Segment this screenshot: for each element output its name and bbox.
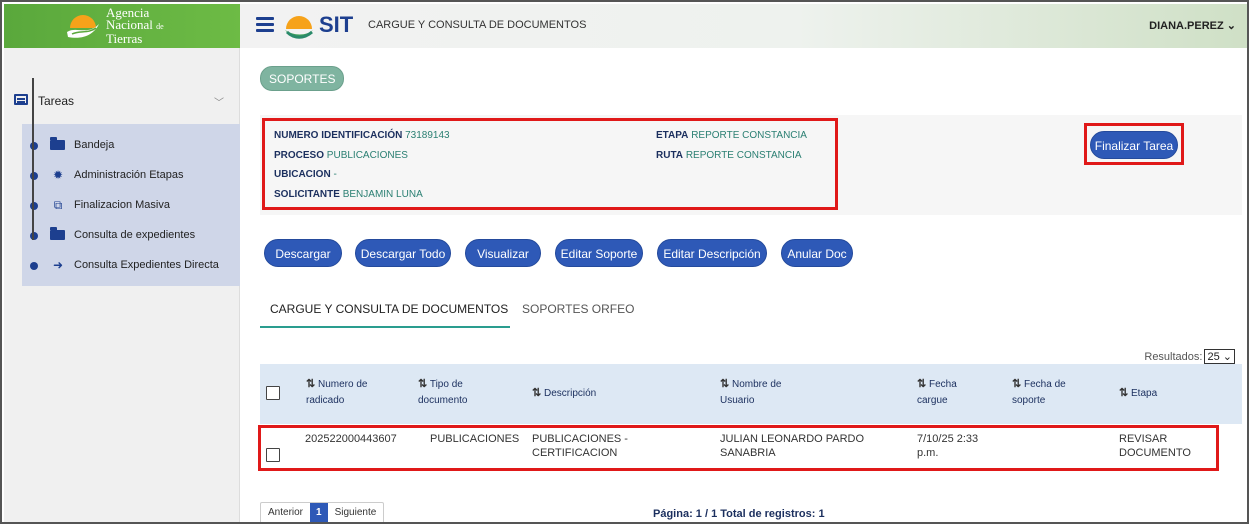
editar-descripcion-button[interactable]: Editar Descripción (657, 239, 767, 267)
soportes-tab[interactable]: SOPORTES (260, 66, 345, 91)
anular-doc-button[interactable]: Anular Doc (781, 239, 853, 267)
column-header-fecha-soporte[interactable]: ⇅ Fecha de soporte (1012, 376, 1066, 409)
list-icon (14, 94, 28, 105)
select-all-checkbox[interactable] (266, 386, 280, 400)
sort-icon: ⇅ (720, 378, 730, 390)
visualizar-button[interactable]: Visualizar (465, 239, 541, 267)
finalizar-tarea-button[interactable]: Finalizar Tarea (1090, 131, 1178, 159)
sidebar-section-tareas[interactable]: Tareas ﹀ (14, 93, 224, 109)
agency-logo[interactable]: Agencia Nacional de Tierras (4, 4, 240, 48)
chevron-down-icon: ﹀ (214, 98, 224, 109)
tab-soportes-orfeo[interactable]: SOPORTES ORFEO (522, 302, 634, 316)
sort-icon: ⇅ (1119, 387, 1129, 399)
sort-icon: ⇅ (306, 378, 316, 390)
pagination: Anterior 1 Siguiente (260, 502, 385, 522)
page-title: CARGUE Y CONSULTA DE DOCUMENTOS (368, 19, 587, 31)
sidebar-item-consulta-expedientes-directa[interactable]: ➜ Consulta Expedientes Directa (22, 256, 240, 276)
row-checkbox[interactable] (266, 448, 280, 462)
tree-node-icon (30, 262, 38, 270)
ruta: RUTA REPORTE CONSTANCIA (656, 150, 802, 161)
sidebar: Tareas ﹀ Bandeja ✹ Administración Etapas… (4, 48, 240, 522)
editar-soporte-button[interactable]: Editar Soporte (555, 239, 643, 267)
arrow-right-icon: ➜ (52, 258, 64, 272)
ubicacion: UBICACION - (274, 169, 337, 180)
page-summary: Página: 1 / 1 Total de registros: 1 (653, 508, 825, 520)
etapa: ETAPA REPORTE CONSTANCIA (656, 130, 807, 141)
user-menu[interactable]: DIANA.PEREZ ⌄ (1149, 19, 1236, 32)
column-header-descripcion[interactable]: ⇅ Descripción (532, 385, 596, 402)
pager-page-current[interactable]: 1 (310, 503, 328, 522)
results-per-page-select[interactable]: 25 ⌄ (1204, 349, 1235, 364)
chevron-down-icon: ⌄ (1226, 20, 1236, 32)
agency-logo-text: Agencia Nacional de Tierras (106, 5, 164, 46)
sort-icon: ⇅ (917, 378, 927, 390)
results-per-page: Resultados: 25 ⌄ (1144, 349, 1235, 364)
folder-open-icon (50, 137, 66, 152)
sort-icon: ⇅ (1012, 378, 1022, 390)
copy-icon: ⧉ (53, 198, 63, 212)
cell-descripcion: PUBLICACIONES - CERTIFICACION (532, 433, 628, 459)
sit-logo-text: SIT (319, 12, 354, 37)
tree-line (32, 78, 34, 240)
numero-identificacion: NUMERO IDENTIFICACIÓN 73189143 (274, 130, 450, 141)
column-header-tipo[interactable]: ⇅ Tipo de documento (418, 376, 467, 409)
pager-prev[interactable]: Anterior (261, 503, 310, 522)
pager-next[interactable]: Siguiente (328, 503, 384, 522)
tab-cargue-consulta[interactable]: CARGUE Y CONSULTA DE DOCUMENTOS (270, 302, 508, 316)
sort-icon: ⇅ (532, 387, 542, 399)
cell-etapa: REVISAR DOCUMENTO (1119, 433, 1191, 459)
sort-icon: ⇅ (418, 378, 428, 390)
descargar-button[interactable]: Descargar (264, 239, 342, 267)
sidebar-item-administracion-etapas[interactable]: ✹ Administración Etapas (22, 166, 240, 186)
top-header: SIT CARGUE Y CONSULTA DE DOCUMENTOS DIAN… (240, 4, 1247, 48)
column-header-fecha-cargue[interactable]: ⇅ Fecha cargue (917, 376, 957, 409)
column-header-etapa[interactable]: ⇅ Etapa (1119, 385, 1157, 402)
proceso: PROCESO PUBLICACIONES (274, 150, 408, 161)
sit-logo-icon (285, 16, 313, 39)
cell-radicado: 202522000443607 (305, 433, 397, 445)
cell-usuario: JULIAN LEONARDO PARDO SANABRIA (720, 433, 865, 459)
cell-fecha-cargue: 7/10/25 2:33 p.m. (917, 433, 979, 459)
active-tab-indicator (260, 326, 510, 328)
sidebar-item-consulta-expedientes[interactable]: Consulta de expedientes (22, 226, 240, 246)
gear-icon: ✹ (52, 168, 64, 182)
column-header-usuario[interactable]: ⇅ Nombre de Usuario (720, 376, 781, 409)
chevron-down-icon: ⌄ (1222, 351, 1232, 363)
column-header-radicado[interactable]: ⇅ Numero de radicado (306, 376, 367, 409)
sidebar-item-bandeja[interactable]: Bandeja (22, 136, 240, 156)
sidebar-item-finalizacion-masiva[interactable]: ⧉ Finalizacion Masiva (22, 196, 240, 216)
app-window: Agencia Nacional de Tierras SIT CARGUE Y… (0, 0, 1249, 524)
sidebar-submenu: Bandeja ✹ Administración Etapas ⧉ Finali… (22, 124, 240, 286)
folder-open-icon (50, 227, 66, 242)
descargar-todo-button[interactable]: Descargar Todo (355, 239, 451, 267)
sun-hand-logo-icon (67, 15, 99, 38)
hamburger-menu-icon[interactable] (256, 17, 274, 33)
cell-tipo: PUBLICACIONES (430, 433, 520, 445)
solicitante: SOLICITANTE BENJAMIN LUNA (274, 189, 423, 200)
